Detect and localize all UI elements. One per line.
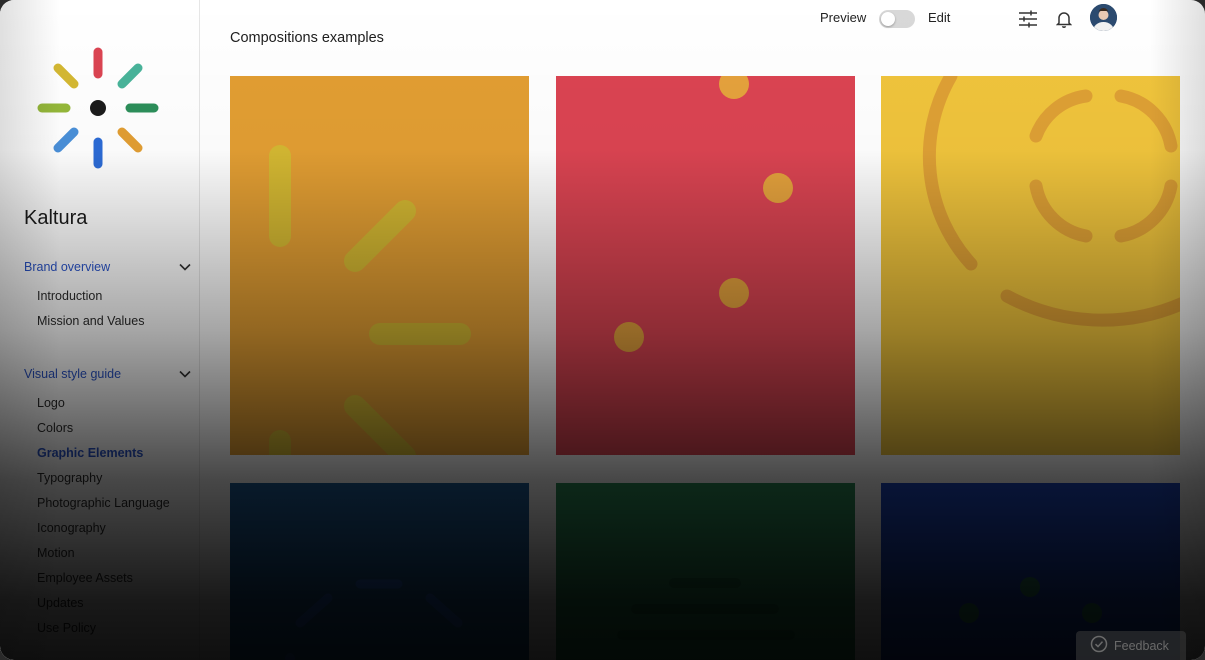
- sidebar-item-employee-assets[interactable]: Employee Assets: [37, 571, 133, 585]
- check-circle-icon: [1090, 635, 1108, 658]
- sidebar-item-photographic-language[interactable]: Photographic Language: [37, 496, 170, 510]
- composition-tile-blue[interactable]: [230, 483, 529, 660]
- sidebar-item-iconography[interactable]: Iconography: [37, 521, 106, 535]
- nav-section-brand-overview[interactable]: Brand overview: [24, 257, 192, 277]
- sidebar-item-graphic-elements[interactable]: Graphic Elements: [37, 446, 143, 460]
- sidebar-item-typography[interactable]: Typography: [37, 471, 102, 485]
- sidebar: Kaltura Brand overview Introduction Miss…: [0, 0, 200, 660]
- feedback-label: Feedback: [1114, 639, 1169, 653]
- brand-name: Kaltura: [24, 207, 88, 229]
- sidebar-item-use-policy[interactable]: Use Policy: [37, 621, 96, 635]
- kaltura-logo[interactable]: [34, 44, 162, 172]
- page-title: Compositions examples: [230, 30, 384, 46]
- avatar[interactable]: [1090, 4, 1117, 31]
- composition-tile-yellow[interactable]: [881, 76, 1180, 455]
- sliders-icon[interactable]: [1017, 8, 1039, 30]
- edit-mode-label[interactable]: Edit: [928, 10, 950, 25]
- sidebar-item-motion[interactable]: Motion: [37, 546, 75, 560]
- sidebar-item-mission-and-values[interactable]: Mission and Values: [37, 314, 144, 328]
- sidebar-item-introduction[interactable]: Introduction: [37, 289, 102, 303]
- composition-tile-orange[interactable]: [230, 76, 529, 455]
- nav-section-visual-style-guide[interactable]: Visual style guide: [24, 364, 192, 384]
- nav-section-label: Visual style guide: [24, 367, 122, 381]
- chevron-down-icon: [178, 260, 192, 274]
- composition-tile-red[interactable]: [556, 76, 855, 455]
- toggle-knob: [881, 12, 895, 26]
- preview-edit-toggle[interactable]: [879, 10, 915, 28]
- feedback-button[interactable]: Feedback: [1076, 631, 1186, 660]
- sidebar-item-updates[interactable]: Updates: [37, 596, 84, 610]
- preview-mode-label[interactable]: Preview: [820, 10, 866, 25]
- sidebar-item-colors[interactable]: Colors: [37, 421, 73, 435]
- chevron-down-icon: [178, 367, 192, 381]
- bell-icon[interactable]: [1053, 8, 1075, 30]
- nav-section-label: Brand overview: [24, 260, 111, 274]
- app-window: Kaltura Brand overview Introduction Miss…: [0, 0, 1205, 660]
- composition-tile-green[interactable]: [556, 483, 855, 660]
- sidebar-item-logo[interactable]: Logo: [37, 396, 65, 410]
